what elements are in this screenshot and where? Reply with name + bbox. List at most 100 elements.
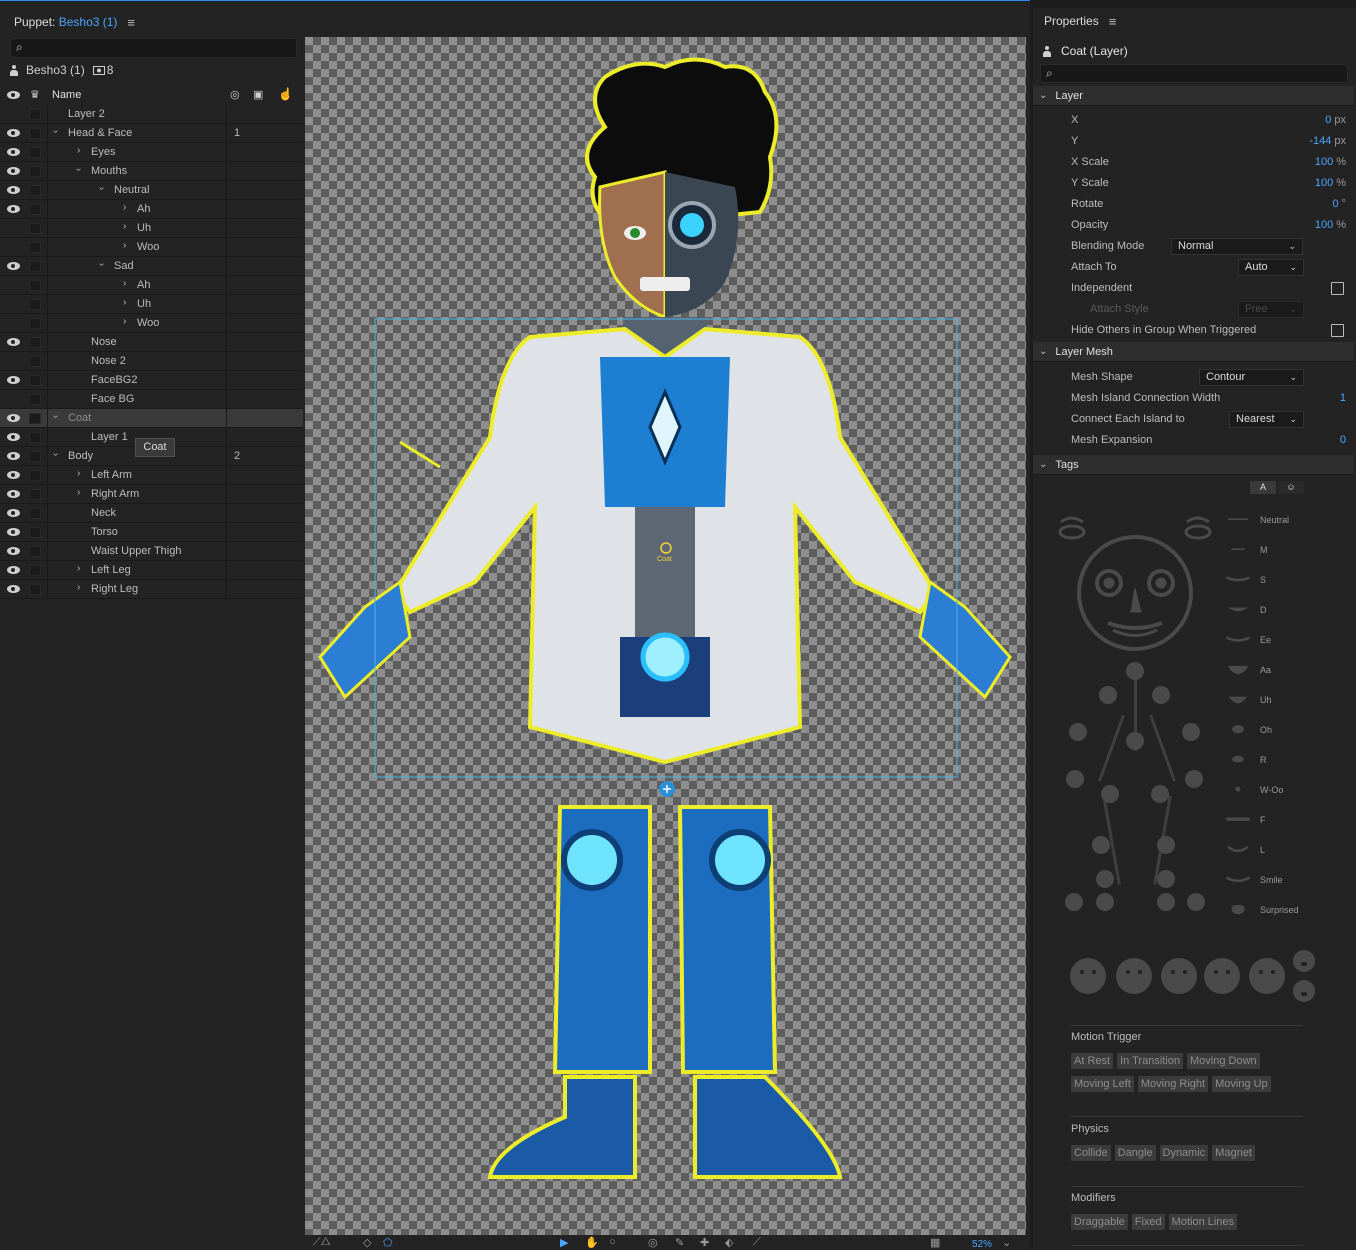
lock-toggle[interactable]: [29, 204, 41, 215]
layer-tag-cell[interactable]: [226, 485, 303, 503]
blending-mode-select[interactable]: Normal ⌄: [1171, 238, 1303, 255]
mesh-shape-select[interactable]: Contour ⌄: [1199, 369, 1304, 386]
visibility-toggle[interactable]: [7, 374, 21, 386]
layer-name-cell[interactable]: Neck: [47, 504, 225, 522]
origin-tool-icon[interactable]: ◎: [648, 1236, 658, 1249]
tag-chip-in-transition[interactable]: In Transition: [1117, 1053, 1183, 1069]
left-wrist-joint[interactable]: [1066, 770, 1084, 788]
visibility-toggle[interactable]: [7, 165, 21, 177]
layer-search-input[interactable]: ⌕: [10, 38, 297, 58]
face-tags-diagram[interactable]: [1053, 508, 1233, 658]
left-toe-joint[interactable]: [1065, 893, 1083, 911]
prop-rotate-value[interactable]: 0 °: [1332, 194, 1346, 215]
chevron-down-icon[interactable]: ›: [50, 415, 61, 418]
layer-name-cell[interactable]: Nose 2: [47, 352, 225, 370]
zoom-level[interactable]: 52%: [972, 1239, 992, 1250]
prop-y-value[interactable]: -144 px: [1309, 131, 1346, 152]
layer-name-cell[interactable]: Torso: [47, 523, 225, 541]
viseme-uh[interactable]: Uh: [1223, 690, 1272, 710]
layer-tag-cell[interactable]: [226, 409, 303, 427]
lock-toggle[interactable]: [29, 337, 41, 348]
layer-row[interactable]: › Eyes: [0, 143, 303, 162]
select-tool-icon[interactable]: ▶: [560, 1236, 568, 1249]
viseme-l[interactable]: L: [1223, 840, 1265, 860]
left-hip-joint[interactable]: [1101, 785, 1119, 803]
face-wink-icon[interactable]: [1204, 958, 1240, 994]
camera-column-icon[interactable]: ▣: [253, 88, 263, 101]
chevron-right-icon[interactable]: ›: [123, 297, 126, 308]
layer-row[interactable]: › Right Leg: [0, 580, 303, 599]
layer-name-cell[interactable]: › Uh: [47, 295, 225, 313]
chevron-right-icon[interactable]: ›: [123, 316, 126, 327]
lock-toggle[interactable]: [29, 375, 41, 386]
layer-tag-cell[interactable]: [226, 428, 303, 446]
handle-tool-icon[interactable]: ⬖: [725, 1236, 733, 1249]
waist-joint[interactable]: [1126, 732, 1144, 750]
layer-row[interactable]: › Left Leg: [0, 561, 303, 580]
lock-toggle[interactable]: [29, 147, 41, 158]
lock-toggle[interactable]: [29, 546, 41, 557]
viseme-ee[interactable]: Ee: [1223, 630, 1271, 650]
layer-tag-cell[interactable]: [226, 333, 303, 351]
tag-chip-magnet[interactable]: Magnet: [1212, 1145, 1255, 1161]
layer-tag-cell[interactable]: [226, 390, 303, 408]
chevron-right-icon[interactable]: ›: [77, 468, 80, 479]
layer-name-cell[interactable]: Layer 2: [47, 105, 225, 123]
left-elbow-joint[interactable]: [1069, 723, 1087, 741]
warp-tool-icon[interactable]: ⟋△: [313, 1236, 331, 1249]
scene-canvas[interactable]: Coat: [305, 37, 1026, 1235]
right-elbow-joint[interactable]: [1182, 723, 1200, 741]
viseme-r[interactable]: R: [1223, 750, 1267, 770]
viseme-oh[interactable]: Oh: [1223, 720, 1272, 740]
chevron-right-icon[interactable]: ›: [123, 202, 126, 213]
lock-toggle[interactable]: [29, 318, 41, 329]
chevron-down-icon[interactable]: ›: [73, 168, 84, 171]
tag-chip-collide[interactable]: Collide: [1071, 1145, 1111, 1161]
tag-chip-dangle[interactable]: Dangle: [1114, 1145, 1156, 1161]
layer-tag-cell[interactable]: [226, 219, 303, 237]
prop-y-scale-value[interactable]: 100%: [1315, 173, 1346, 194]
lock-toggle[interactable]: [29, 584, 41, 595]
visibility-toggle[interactable]: [7, 222, 21, 234]
visibility-toggle[interactable]: [7, 488, 21, 500]
lock-toggle[interactable]: [29, 527, 41, 538]
layer-row[interactable]: Face BG: [0, 390, 303, 409]
left-ankle-joint[interactable]: [1096, 870, 1114, 888]
layer-tag-cell[interactable]: [226, 162, 303, 180]
viseme-m[interactable]: M: [1223, 540, 1268, 560]
layer-name-cell[interactable]: › Ah: [47, 200, 225, 218]
layer-row[interactable]: FaceBG2: [0, 371, 303, 390]
tag-chip-moving-up[interactable]: Moving Up: [1212, 1076, 1271, 1092]
layer-row[interactable]: Neck: [0, 504, 303, 523]
visibility-toggle[interactable]: [7, 393, 21, 405]
layer-name-cell[interactable]: › Coat: [47, 409, 225, 427]
crown-icon[interactable]: ♛: [30, 88, 40, 101]
right-heel-joint[interactable]: [1157, 893, 1175, 911]
visibility-column-icon[interactable]: [7, 89, 20, 99]
origin-column-icon[interactable]: ◎: [230, 88, 240, 101]
visibility-toggle[interactable]: [7, 260, 21, 272]
chevron-down-icon[interactable]: ›: [96, 187, 107, 190]
hand-tool-icon[interactable]: ✋: [585, 1236, 599, 1249]
chevron-down-icon[interactable]: ›: [96, 263, 107, 266]
puppet-root-row[interactable]: Besho3 (1) 8: [10, 63, 113, 77]
face-right-icon[interactable]: [1249, 958, 1285, 994]
chevron-right-icon[interactable]: ›: [77, 563, 80, 574]
visibility-toggle[interactable]: [7, 469, 21, 481]
visibility-toggle[interactable]: [7, 583, 21, 595]
lock-toggle[interactable]: [29, 166, 41, 177]
lock-toggle[interactable]: [29, 451, 41, 462]
lock-toggle[interactable]: [29, 432, 41, 443]
lock-toggle[interactable]: [29, 394, 41, 405]
viseme-d[interactable]: D: [1223, 600, 1267, 620]
layer-row[interactable]: › Sad: [0, 257, 303, 276]
section-layer[interactable]: ⌄ Layer: [1033, 86, 1354, 106]
layer-row[interactable]: Torso: [0, 523, 303, 542]
chevron-down-icon[interactable]: ›: [50, 130, 61, 133]
visibility-toggle[interactable]: [7, 412, 21, 424]
layer-name-cell[interactable]: › Mouths: [47, 162, 225, 180]
visibility-toggle[interactable]: [7, 146, 21, 158]
viseme-s[interactable]: S: [1223, 570, 1266, 590]
pin-tool-icon[interactable]: ✚: [700, 1236, 709, 1249]
layer-row[interactable]: › Woo: [0, 238, 303, 257]
